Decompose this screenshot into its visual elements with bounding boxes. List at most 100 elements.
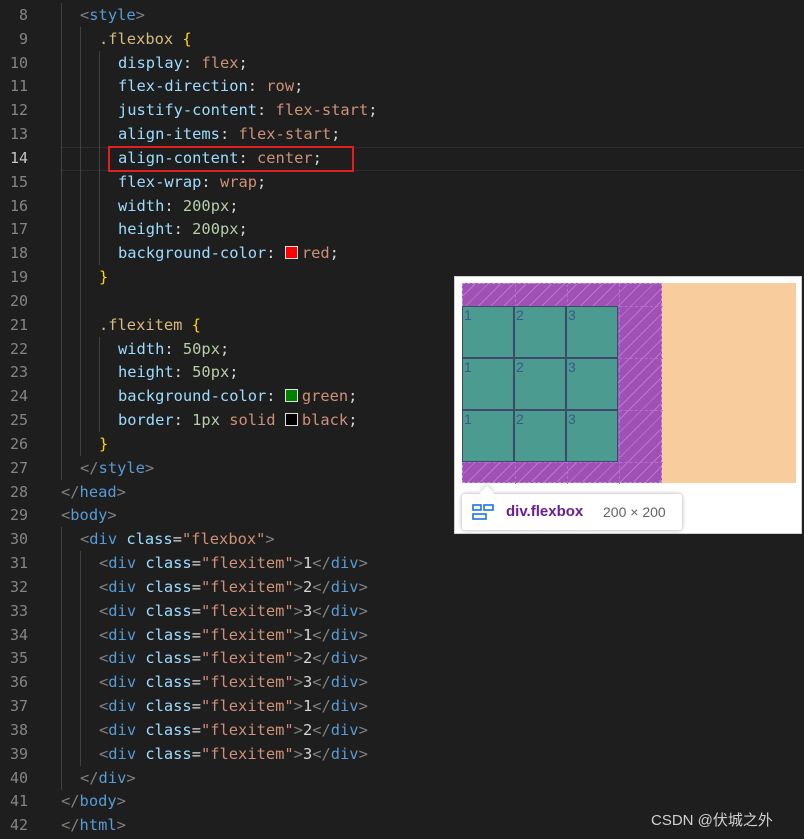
color-swatch[interactable] (284, 413, 298, 427)
line-number: 33 (9, 601, 28, 620)
indent-guide (99, 122, 100, 147)
code-line[interactable]: 33 <div class="flexitem">3</div> (0, 598, 804, 623)
code-line[interactable]: 17 height: 200px; (0, 217, 804, 242)
indent-guide (99, 74, 100, 99)
code-token: div (108, 697, 137, 716)
indent-guide (80, 574, 81, 599)
line-number: 20 (9, 291, 28, 310)
code-token: > (293, 673, 303, 692)
code-line[interactable]: 36 <div class="flexitem">3</div> (0, 670, 804, 695)
code-line[interactable]: 13 align-items: flex-start; (0, 122, 804, 147)
code-line[interactable]: 34 <div class="flexitem">1</div> (0, 622, 804, 647)
code-token: border (118, 411, 174, 430)
code-token: 3 (302, 601, 313, 620)
indent-guide (61, 336, 62, 361)
flex-line-guide (463, 462, 663, 463)
code-text: height: 50px; (118, 360, 239, 384)
flex-item[interactable]: 2 (514, 358, 566, 410)
code-line[interactable]: 40 </div> (0, 765, 804, 790)
code-token: ; (257, 172, 267, 191)
indent-guide (61, 74, 62, 99)
code-token: div (108, 601, 137, 620)
code-token: < (99, 673, 109, 692)
code-line[interactable]: 15 flex-wrap: wrap; (0, 169, 804, 194)
code-line[interactable]: 18 background-color: red; (0, 241, 804, 266)
line-number: 11 (9, 77, 28, 96)
code-token: > (293, 720, 303, 739)
code-token: "flexitem" (200, 625, 294, 644)
flex-item[interactable]: 1 (462, 306, 514, 358)
indent-guide (61, 384, 62, 409)
code-text: flex-wrap: wrap; (118, 170, 266, 194)
line-number: 34 (9, 625, 28, 644)
code-token: = (172, 530, 182, 549)
code-line[interactable]: 39 <div class="flexitem">3</div> (0, 741, 804, 766)
code-token: </ (312, 744, 331, 763)
code-line[interactable]: 9 .flexbox { (0, 26, 804, 51)
code-token: > (358, 577, 368, 596)
code-token: < (99, 744, 109, 763)
indent-guide (61, 527, 62, 552)
indent-guide (61, 408, 62, 433)
flex-item[interactable]: 2 (514, 306, 566, 358)
code-token: < (80, 530, 90, 549)
indent-guide (80, 217, 81, 242)
line-number: 15 (9, 172, 28, 191)
code-token: 3 (302, 744, 313, 763)
code-line[interactable]: 37 <div class="flexitem">1</div> (0, 694, 804, 719)
code-token: = (191, 673, 201, 692)
code-token: div (98, 768, 127, 787)
line-number: 21 (9, 315, 28, 334)
code-token: < (61, 506, 71, 525)
code-line[interactable]: 38 <div class="flexitem">2</div> (0, 717, 804, 742)
code-line[interactable]: 35 <div class="flexitem">2</div> (0, 646, 804, 671)
indent-guide (61, 288, 62, 313)
line-number: 16 (9, 196, 28, 215)
code-token: .flexitem (99, 315, 192, 334)
flex-item[interactable]: 1 (462, 410, 514, 462)
indent-guide (61, 717, 62, 742)
code-text: </body> (61, 789, 126, 813)
line-number: 31 (9, 554, 28, 573)
code-token: green (301, 387, 349, 406)
color-swatch[interactable] (284, 389, 298, 403)
code-token: class (117, 530, 173, 549)
flex-item[interactable]: 3 (566, 410, 618, 462)
indent-guide (99, 169, 100, 194)
indent-guide (80, 193, 81, 218)
code-text: align-items: flex-start; (118, 122, 340, 146)
code-line[interactable]: 8 <style> (0, 3, 804, 27)
code-text: background-color: red; (118, 241, 339, 265)
flex-item[interactable]: 3 (566, 306, 618, 358)
code-token: > (116, 792, 126, 811)
code-token: class (136, 577, 192, 596)
code-token: > (293, 625, 303, 644)
code-token: body (70, 506, 108, 525)
code-line[interactable]: 12 justify-content: flex-start; (0, 98, 804, 123)
flex-item[interactable]: 2 (514, 410, 566, 462)
flex-item[interactable]: 1 (462, 358, 514, 410)
code-token: > (358, 649, 368, 668)
line-number: 41 (9, 792, 28, 811)
code-token: < (99, 697, 109, 716)
code-token: background-color (118, 244, 267, 263)
code-token: class (136, 697, 192, 716)
line-number: 25 (9, 411, 28, 430)
code-line[interactable]: 10 display: flex; (0, 50, 804, 75)
code-line[interactable]: 11 flex-direction: row; (0, 74, 804, 99)
code-token: 2 (302, 649, 313, 668)
code-text: <div class="flexitem">2</div> (99, 575, 368, 599)
code-token: : (257, 101, 276, 120)
code-text: <div class="flexbox"> (80, 527, 275, 551)
code-token: background-color (118, 387, 267, 406)
flex-item[interactable]: 3 (566, 358, 618, 410)
code-line[interactable]: 31 <div class="flexitem">1</div> (0, 551, 804, 576)
code-token: > (358, 601, 368, 620)
code-line[interactable]: 16 width: 200px; (0, 193, 804, 218)
line-number: 32 (9, 577, 28, 596)
line-number: 10 (9, 53, 28, 72)
color-swatch[interactable] (284, 246, 298, 260)
indent-guide (61, 26, 62, 51)
code-line[interactable]: 32 <div class="flexitem">2</div> (0, 574, 804, 599)
indent-guide (61, 670, 62, 695)
